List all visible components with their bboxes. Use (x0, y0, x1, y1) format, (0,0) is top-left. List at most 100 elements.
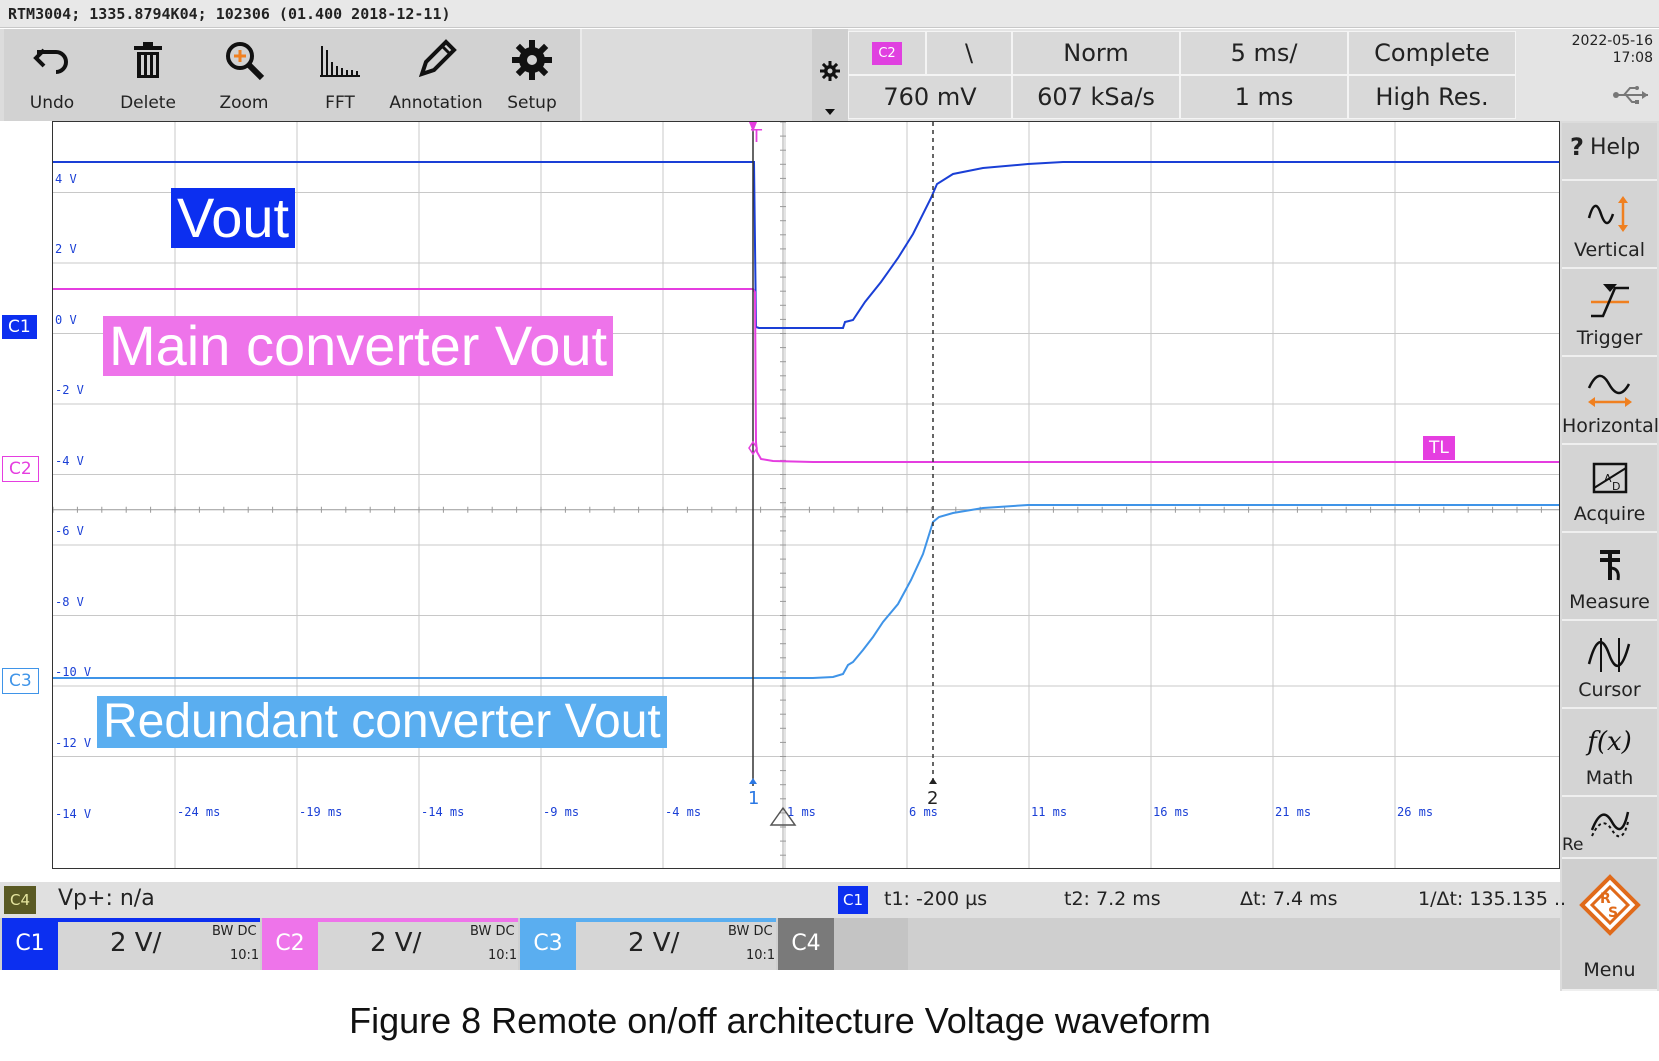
acquire-icon: AD (1562, 453, 1657, 503)
question-icon: ? (1570, 133, 1584, 161)
undo-button[interactable]: Undo (4, 29, 102, 121)
screen-markers (748, 122, 937, 826)
help-button[interactable]: ? Help (1562, 123, 1657, 181)
toolbar: Undo Delete Zoom FFT Annotation Setup (0, 29, 812, 121)
channel-3-color-strip (576, 918, 776, 922)
acquisition-state: Complete (1348, 31, 1516, 75)
y-tick-label: 0 V (55, 313, 77, 327)
trigger-mode[interactable]: Norm (1012, 31, 1180, 75)
y-tick-label: -12 V (55, 736, 91, 750)
cursor-label: Cursor (1578, 679, 1641, 701)
gear-icon (820, 61, 840, 85)
fft-icon (292, 37, 388, 83)
cursor-measurement-bar: C4 Vp+: n/a C1 t1: -200 µs t2: 7.2 ms Δt… (0, 882, 1566, 918)
cursor-button[interactable]: Cursor (1562, 621, 1657, 709)
zoom-label: Zoom (219, 93, 269, 113)
horizontal-icon (1562, 365, 1657, 415)
gear-icon (484, 37, 580, 83)
vertical-button[interactable]: Vertical (1562, 181, 1657, 269)
y-tick-label: -4 V (55, 454, 84, 468)
rs-logo-icon: RS (1562, 873, 1657, 937)
undo-icon (4, 37, 100, 83)
datetime-panel: 2022-05-16 17:08 (1560, 29, 1659, 121)
svg-text:A: A (1604, 472, 1612, 485)
delete-label: Delete (120, 93, 176, 113)
menu-label: Menu (1583, 959, 1636, 981)
channel-4-settings[interactable]: C4 (778, 918, 908, 970)
annotation-button[interactable]: Annotation (388, 29, 486, 121)
math-button[interactable]: f(x) Math (1562, 709, 1657, 797)
vertical-label: Vertical (1573, 239, 1646, 261)
instrument-title-bar: RTM3004; 1335.8794K04; 102306 (01.400 20… (0, 0, 1659, 28)
x-tick-label: 16 ms (1153, 805, 1189, 819)
caret-down-icon (824, 101, 836, 120)
channel-3-settings[interactable]: C3 2 V/ BW DC 10:1 (520, 918, 776, 970)
channel-1-scale: 2 V/ (110, 928, 162, 958)
undo-label: Undo (29, 93, 75, 113)
measure-source-tag[interactable]: C4 (4, 886, 36, 914)
measure-button[interactable]: Measure (1562, 533, 1657, 621)
zoom-button[interactable]: Zoom (196, 29, 294, 121)
x-tick-label: 1 ms (787, 805, 816, 819)
channel-2-settings[interactable]: C2 2 V/ BW DC 10:1 (262, 918, 518, 970)
trigger-level-marker[interactable]: TL (1423, 436, 1455, 460)
cursor-source-tag[interactable]: C1 (838, 886, 868, 914)
cursor-delta-t: Δt: 7.4 ms (1240, 888, 1338, 910)
vp-measurement: Vp+: n/a (58, 886, 155, 911)
y-tick-label: -14 V (55, 807, 91, 821)
trigger-time-marker: T (751, 126, 762, 147)
channel-1-settings[interactable]: C1 2 V/ BW DC 10:1 (2, 918, 260, 970)
setup-label: Setup (507, 93, 557, 113)
annotation-label: Annotation (389, 93, 483, 113)
ref-button[interactable]: Re (1562, 797, 1657, 859)
fft-button[interactable]: FFT (292, 29, 390, 121)
acquire-button[interactable]: AD Acquire (1562, 445, 1657, 533)
c3-offset-marker[interactable]: C3 (2, 668, 39, 694)
math-label: Math (1585, 767, 1634, 789)
setup-button[interactable]: Setup (484, 29, 582, 121)
c2-offset-marker[interactable]: C2 (2, 456, 39, 482)
y-tick-label: -10 V (55, 665, 91, 679)
c1-offset-marker[interactable]: C1 (2, 315, 37, 339)
display-bottom-margin (0, 869, 1560, 882)
channel-settings-bar: C1 2 V/ BW DC 10:1 C2 2 V/ BW DC 10:1 C3… (0, 918, 1560, 970)
time: 17:08 (1612, 50, 1653, 66)
pencil-icon (388, 37, 484, 83)
x-tick-label: -24 ms (177, 805, 220, 819)
vout-label: Vout (171, 188, 296, 248)
y-tick-label: 4 V (55, 172, 77, 186)
timebase-scale[interactable]: 5 ms/ (1180, 31, 1348, 75)
channel-1-bandwidth: BW DC (212, 924, 257, 939)
acquisition-mode[interactable]: High Res. (1348, 75, 1516, 119)
trigger-level[interactable]: 760 mV (848, 75, 1012, 119)
channel-2-probe: 10:1 (488, 948, 518, 963)
delete-button[interactable]: Delete (100, 29, 198, 121)
cursor-icon (1562, 629, 1657, 679)
trigger-source[interactable]: C2 (848, 31, 926, 75)
horizontal-button[interactable]: Horizontal (1562, 357, 1659, 445)
trigger-timebase-panel: C2 \ 760 mV Norm 607 kSa/s 5 ms/ 1 ms Co… (848, 29, 1560, 121)
cursor-1-marker[interactable]: 1 (748, 788, 759, 809)
x-tick-label: -4 ms (665, 805, 701, 819)
channel-2-tag: C2 (262, 918, 318, 970)
svg-text:S: S (1608, 905, 1618, 921)
svg-text:D: D (1612, 480, 1620, 493)
right-softkey-menu: ? Help Vertical Trigger Horizontal AD Ac… (1560, 121, 1659, 991)
acquire-label: Acquire (1573, 503, 1646, 525)
quick-settings-button[interactable] (812, 29, 848, 121)
menu-button[interactable]: RS Menu (1562, 859, 1657, 991)
zoom-icon (196, 37, 292, 83)
trigger-icon (1562, 277, 1657, 327)
usb-icon (1612, 85, 1652, 109)
cursor-inverse-delta-t: 1/Δt: 135.135 .. (1418, 888, 1567, 910)
waveform-display[interactable]: 4 V 2 V 0 V -2 V -4 V -6 V -8 V -10 V -12 V -14 V… (52, 121, 1560, 869)
y-tick-label: -8 V (55, 595, 84, 609)
cursor-2-marker[interactable]: 2 (927, 788, 938, 809)
trigger-button[interactable]: Trigger (1562, 269, 1657, 357)
channel-3-probe: 10:1 (746, 948, 776, 963)
redundant-converter-label: Redundant converter Vout (97, 696, 667, 748)
y-tick-label: -2 V (55, 383, 84, 397)
horizontal-position[interactable]: 1 ms (1180, 75, 1348, 119)
x-tick-label: 21 ms (1275, 805, 1311, 819)
trigger-slope[interactable]: \ (926, 31, 1012, 75)
